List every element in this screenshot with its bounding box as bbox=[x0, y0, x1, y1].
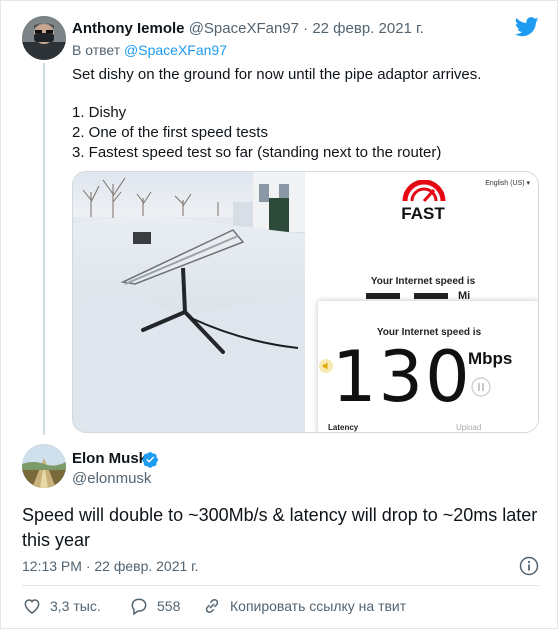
author-handle[interactable]: @elonmusk bbox=[72, 469, 151, 489]
author-name[interactable]: Elon Musk bbox=[72, 449, 147, 469]
tweet-text-line: 1. Dishy bbox=[72, 104, 127, 121]
speed-digit-partial bbox=[414, 293, 448, 299]
divider bbox=[22, 585, 539, 586]
like-button[interactable]: 3,3 тыс. bbox=[22, 596, 101, 616]
fast-logo-text: FAST bbox=[401, 204, 445, 223]
dishy-photo[interactable] bbox=[73, 172, 305, 433]
reply-count: 558 bbox=[157, 598, 181, 614]
author-handle[interactable]: @SpaceXFan97 bbox=[189, 20, 299, 37]
tweet-date[interactable]: 22 февр. 2021 г. bbox=[312, 20, 424, 37]
like-count: 3,3 тыс. bbox=[50, 598, 101, 614]
language-selector[interactable]: English (US) ▾ bbox=[485, 179, 530, 187]
reply-button[interactable]: 558 bbox=[129, 596, 180, 616]
reply-bubble-icon bbox=[131, 598, 147, 616]
reply-tweet-header: Anthony Iemole @SpaceXFan97 · 22 февр. 2… bbox=[72, 19, 424, 39]
tweet-text-line: Set dishy on the ground for now until th… bbox=[72, 66, 482, 83]
copy-link-label: Копировать ссылку на твит bbox=[230, 598, 407, 614]
tweet-card: Anthony Iemole @SpaceXFan97 · 22 февр. 2… bbox=[0, 0, 558, 629]
tweet-timestamp[interactable]: 12:13 PM · 22 февр. 2021 г. bbox=[22, 557, 198, 575]
speed-digit-partial bbox=[366, 293, 400, 299]
speed-label-back: Your Internet speed is bbox=[370, 276, 476, 287]
reply-context: В ответ @SpaceXFan97 bbox=[72, 41, 227, 59]
reply-handle-link[interactable]: @SpaceXFan97 bbox=[124, 42, 227, 58]
copy-link-button[interactable]: Копировать ссылку на твит bbox=[202, 596, 406, 616]
twitter-bird-icon[interactable] bbox=[515, 17, 539, 37]
reply-prefix: В ответ bbox=[72, 42, 121, 58]
tweet-text-line: 3. Fastest speed test so far (standing n… bbox=[72, 144, 442, 161]
author-name[interactable]: Anthony Iemole bbox=[72, 20, 185, 37]
separator-dot: · bbox=[303, 20, 309, 37]
upload-label: Upload bbox=[456, 423, 482, 432]
pause-icon[interactable] bbox=[471, 377, 491, 397]
link-icon bbox=[205, 598, 219, 614]
speedtest-screenshot[interactable]: English (US) ▾ FAST Your Internet speed … bbox=[306, 172, 538, 432]
verified-badge-icon bbox=[142, 452, 158, 468]
avatar[interactable] bbox=[22, 16, 66, 60]
thread-line bbox=[43, 63, 45, 435]
fast-logo-icon bbox=[402, 180, 446, 202]
tweet-text-line: 2. One of the first speed tests bbox=[72, 124, 268, 141]
speaker-icon[interactable] bbox=[319, 359, 333, 373]
tweet-media[interactable]: English (US) ▾ FAST Your Internet speed … bbox=[72, 171, 539, 433]
heart-icon bbox=[24, 599, 40, 614]
tweet-text: Speed will double to ~300Mb/s & latency … bbox=[22, 505, 538, 550]
info-icon[interactable] bbox=[519, 556, 539, 576]
speed-value: 130 bbox=[332, 336, 472, 418]
speed-unit: Mbps bbox=[468, 349, 513, 368]
speed-result-panel: Your Internet speed is 130 Mbps Latency … bbox=[318, 301, 538, 432]
avatar[interactable] bbox=[22, 444, 66, 488]
latency-label: Latency bbox=[328, 423, 359, 432]
